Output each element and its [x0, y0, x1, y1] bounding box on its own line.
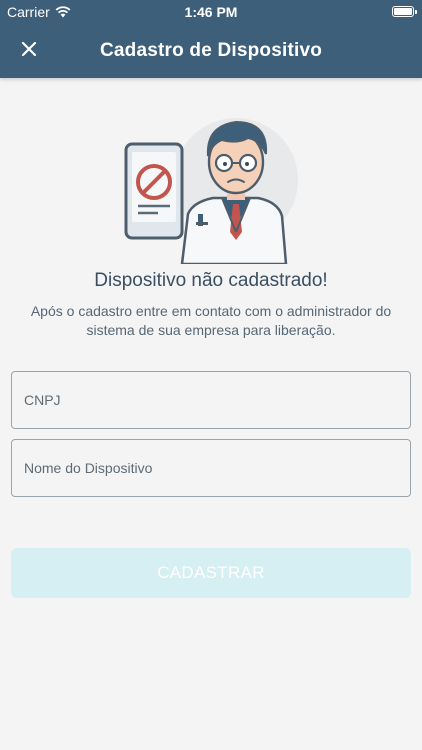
status-bar: Carrier 1:46 PM	[0, 0, 422, 24]
device-name-input[interactable]	[12, 440, 410, 496]
close-icon	[21, 41, 37, 57]
registration-info-text: Após o cadastro entre em contato com o a…	[30, 303, 392, 338]
doctor-illustration	[124, 118, 298, 264]
battery-icon	[392, 6, 417, 17]
app-header: Carrier 1:46 PM Cadastro de Dispositivo	[0, 0, 422, 78]
status-time: 1:46 PM	[184, 4, 238, 20]
close-button[interactable]	[14, 34, 44, 64]
register-button[interactable]: CADASTRAR	[11, 548, 411, 598]
cnpj-input[interactable]	[12, 372, 410, 428]
navigation-bar: Cadastro de Dispositivo	[0, 24, 422, 78]
device-name-field[interactable]	[11, 439, 411, 497]
page-title: Cadastro de Dispositivo	[99, 40, 323, 61]
not-registered-heading: Dispositivo não cadastrado!	[94, 270, 328, 291]
cnpj-field[interactable]	[11, 371, 411, 429]
